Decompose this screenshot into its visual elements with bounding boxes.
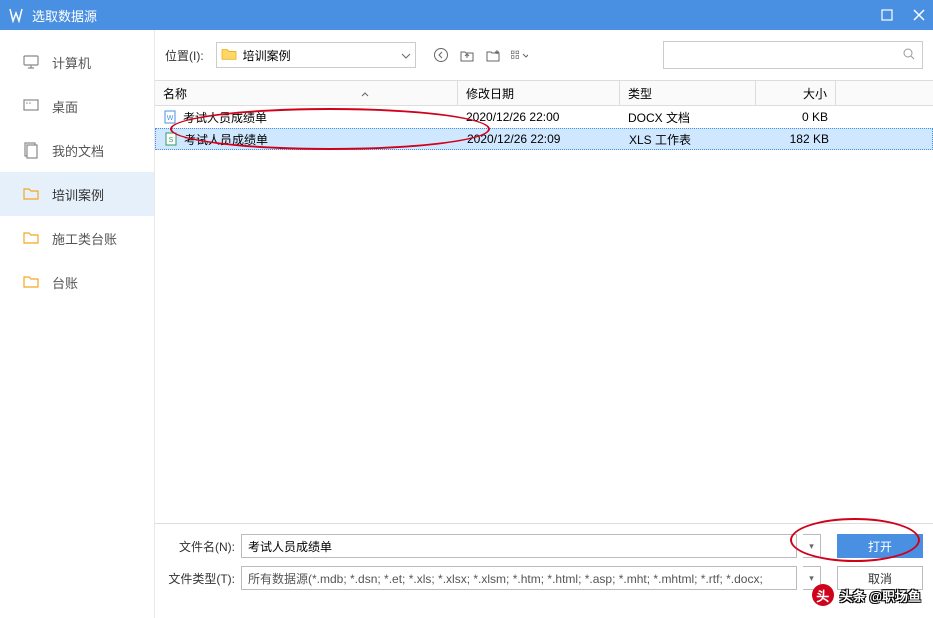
folder-icon bbox=[22, 185, 40, 203]
back-button[interactable] bbox=[432, 46, 450, 64]
filename-input[interactable] bbox=[241, 534, 797, 558]
new-folder-button[interactable] bbox=[484, 46, 502, 64]
up-folder-button[interactable] bbox=[458, 46, 476, 64]
file-type: DOCX 文档 bbox=[620, 109, 756, 126]
file-size: 182 KB bbox=[757, 132, 837, 146]
watermark: 头 头条 @职场鱼 bbox=[812, 584, 921, 606]
filetype-select[interactable] bbox=[241, 566, 797, 590]
view-options-button[interactable] bbox=[510, 46, 528, 64]
current-path: 培训案例 bbox=[243, 47, 291, 64]
file-date: 2020/12/26 22:09 bbox=[459, 132, 621, 146]
window-title: 选取数据源 bbox=[32, 6, 97, 25]
folder-icon bbox=[22, 229, 40, 247]
sidebar-item-computer[interactable]: 计算机 bbox=[0, 40, 154, 84]
open-button[interactable]: 打开 bbox=[837, 534, 923, 558]
sidebar-item-desktop[interactable]: 桌面 bbox=[0, 84, 154, 128]
folder-icon bbox=[22, 273, 40, 291]
watermark-icon: 头 bbox=[812, 584, 834, 606]
sidebar: 计算机 桌面 我的文档 培训案例 施工类台账 台账 bbox=[0, 30, 155, 618]
svg-text:S: S bbox=[169, 137, 174, 144]
filetype-label: 文件类型(T): bbox=[165, 570, 235, 587]
column-header-size[interactable]: 大小 bbox=[756, 81, 836, 105]
file-row[interactable]: W 考试人员成绩单 2020/12/26 22:00 DOCX 文档 0 KB bbox=[155, 106, 933, 128]
sidebar-item-label: 台账 bbox=[52, 273, 78, 292]
search-icon bbox=[902, 47, 916, 64]
sidebar-item-ledger[interactable]: 台账 bbox=[0, 260, 154, 304]
path-selector[interactable]: 培训案例 bbox=[216, 42, 416, 68]
sidebar-item-mydocs[interactable]: 我的文档 bbox=[0, 128, 154, 172]
svg-text:W: W bbox=[167, 115, 174, 122]
sidebar-item-training[interactable]: 培训案例 bbox=[0, 172, 154, 216]
column-header-name[interactable]: 名称 bbox=[155, 81, 458, 105]
sidebar-item-label: 我的文档 bbox=[52, 141, 104, 160]
column-headers[interactable]: 名称 修改日期 类型 大小 bbox=[155, 80, 933, 106]
main-panel: 位置(I): 培训案例 名称 修改日期 类型 bbox=[155, 30, 933, 618]
xls-icon: S bbox=[164, 132, 178, 146]
chevron-down-icon bbox=[401, 48, 411, 62]
sidebar-item-label: 施工类台账 bbox=[52, 229, 117, 248]
file-name: 考试人员成绩单 bbox=[184, 131, 268, 148]
file-type: XLS 工作表 bbox=[621, 131, 757, 148]
app-logo-icon bbox=[8, 7, 24, 23]
sidebar-item-construction[interactable]: 施工类台账 bbox=[0, 216, 154, 260]
watermark-text: 头条 @职场鱼 bbox=[840, 586, 921, 605]
sort-arrow-icon bbox=[361, 86, 369, 100]
toolbar: 位置(I): 培训案例 bbox=[155, 30, 933, 80]
documents-icon bbox=[22, 141, 40, 159]
filename-label: 文件名(N): bbox=[165, 538, 235, 555]
file-name: 考试人员成绩单 bbox=[183, 109, 267, 126]
sidebar-item-label: 桌面 bbox=[52, 97, 78, 116]
sidebar-item-label: 计算机 bbox=[52, 53, 91, 72]
desktop-icon bbox=[22, 97, 40, 115]
search-input[interactable] bbox=[670, 48, 902, 62]
docx-icon: W bbox=[163, 110, 177, 124]
monitor-icon bbox=[22, 53, 40, 71]
sidebar-item-label: 培训案例 bbox=[52, 185, 104, 204]
location-label: 位置(I): bbox=[165, 47, 204, 64]
titlebar: 选取数据源 bbox=[0, 0, 933, 30]
filename-dropdown-button[interactable]: ▾ bbox=[803, 534, 821, 558]
maximize-button[interactable] bbox=[881, 9, 893, 21]
search-box[interactable] bbox=[663, 41, 923, 69]
column-header-type[interactable]: 类型 bbox=[620, 81, 756, 105]
folder-icon bbox=[221, 47, 237, 64]
file-row[interactable]: S 考试人员成绩单 2020/12/26 22:09 XLS 工作表 182 K… bbox=[155, 128, 933, 150]
file-date: 2020/12/26 22:00 bbox=[458, 110, 620, 124]
file-list: W 考试人员成绩单 2020/12/26 22:00 DOCX 文档 0 KB … bbox=[155, 106, 933, 523]
column-header-date[interactable]: 修改日期 bbox=[458, 81, 620, 105]
file-size: 0 KB bbox=[756, 110, 836, 124]
close-button[interactable] bbox=[913, 9, 925, 21]
